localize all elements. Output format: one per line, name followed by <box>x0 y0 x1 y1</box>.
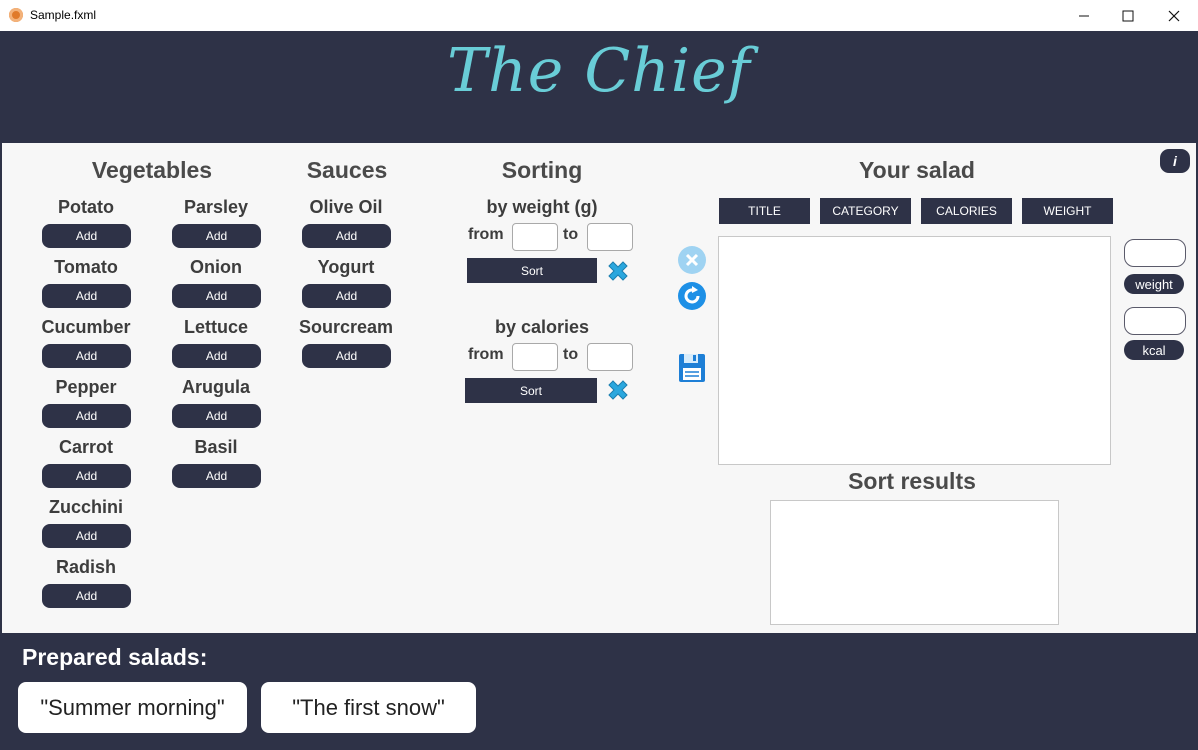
minimize-button[interactable] <box>1061 0 1107 31</box>
clear-calories-sort-icon[interactable] <box>606 378 630 402</box>
add-parsley-button[interactable]: Add <box>172 224 261 248</box>
add-arugula-button[interactable]: Add <box>172 404 261 428</box>
prepared-salads-heading: Prepared salads: <box>22 644 208 670</box>
remove-item-icon[interactable] <box>677 245 707 275</box>
sorting-heading: Sorting <box>501 157 583 183</box>
sort-results-heading: Sort results <box>848 468 976 494</box>
weight-to-input[interactable] <box>587 223 633 251</box>
ingredient-label: Lettuce <box>183 317 248 337</box>
add-potato-button[interactable]: Add <box>42 224 131 248</box>
sort-calories-button[interactable]: CALORIES <box>921 198 1012 224</box>
add-olive-oil-button[interactable]: Add <box>302 224 391 248</box>
app-icon <box>9 8 23 22</box>
add-basil-button[interactable]: Add <box>172 464 261 488</box>
weight-from-input[interactable] <box>512 223 558 251</box>
close-button[interactable] <box>1151 0 1197 31</box>
maximize-icon <box>1122 10 1134 21</box>
clear-weight-sort-icon[interactable] <box>606 259 630 283</box>
salad-list[interactable] <box>718 236 1111 465</box>
add-yogurt-button[interactable]: Add <box>302 284 391 308</box>
prepared-salad-first-snow[interactable]: "The first snow" <box>261 682 476 733</box>
sort-weight-button[interactable]: WEIGHT <box>1022 198 1113 224</box>
total-kcal-field[interactable] <box>1124 307 1186 335</box>
add-onion-button[interactable]: Add <box>172 284 261 308</box>
calories-from-input[interactable] <box>512 343 558 371</box>
your-salad-heading: Your salad <box>859 157 975 183</box>
sort-calories-title: by calories <box>494 317 590 337</box>
ingredient-label: Parsley <box>183 197 249 217</box>
prepared-salad-summer-morning[interactable]: "Summer morning" <box>18 682 247 733</box>
sort-by-calories-button[interactable]: Sort <box>465 378 597 403</box>
ingredient-label: Arugula <box>181 377 250 397</box>
sauces-heading: Sauces <box>306 157 388 183</box>
add-carrot-button[interactable]: Add <box>42 464 131 488</box>
calories-to-label: to <box>563 346 579 363</box>
ingredient-label: Pepper <box>55 377 117 397</box>
minimize-icon <box>1079 15 1089 16</box>
info-button[interactable]: i <box>1160 149 1190 173</box>
window-title: Sample.fxml <box>30 8 97 22</box>
weight-label: weight <box>1124 274 1184 294</box>
ingredient-label: Potato <box>58 197 114 217</box>
ingredient-label: Zucchini <box>48 497 123 517</box>
total-weight-field[interactable] <box>1124 239 1186 267</box>
window-titlebar[interactable]: Sample.fxml <box>0 0 1198 32</box>
sort-title-button[interactable]: TITLE <box>719 198 810 224</box>
app-brand-title: The Chief <box>447 36 751 106</box>
close-icon <box>1168 10 1180 21</box>
add-sourcream-button[interactable]: Add <box>302 344 391 368</box>
add-tomato-button[interactable]: Add <box>42 284 131 308</box>
add-cucumber-button[interactable]: Add <box>42 344 131 368</box>
weight-to-label: to <box>563 226 579 243</box>
weight-from-label: from <box>468 226 504 243</box>
add-lettuce-button[interactable]: Add <box>172 344 261 368</box>
save-floppy-icon[interactable] <box>677 352 707 384</box>
sort-by-weight-button[interactable]: Sort <box>467 258 597 283</box>
ingredient-label: Cucumber <box>41 317 131 337</box>
ingredient-label: Olive Oil <box>309 197 383 217</box>
ingredient-label: Tomato <box>54 257 118 277</box>
add-zucchini-button[interactable]: Add <box>42 524 131 548</box>
ingredient-label: Yogurt <box>317 257 375 277</box>
add-radish-button[interactable]: Add <box>42 584 131 608</box>
calories-to-input[interactable] <box>587 343 633 371</box>
ingredient-label: Basil <box>194 437 238 457</box>
ingredient-label: Onion <box>190 257 242 277</box>
vegetables-heading: Vegetables <box>91 157 213 183</box>
sort-category-button[interactable]: CATEGORY <box>820 198 911 224</box>
maximize-button[interactable] <box>1105 0 1151 31</box>
ingredient-label: Carrot <box>58 437 113 457</box>
ingredient-label: Radish <box>55 557 116 577</box>
main-panel: Vegetables Potato Add Tomato Add Cucumber Add… <box>2 143 1196 633</box>
sort-weight-title: by weight (g) <box>486 197 598 217</box>
ingredient-label: Sourcream <box>298 317 394 337</box>
kcal-label: kcal <box>1124 340 1184 360</box>
calories-from-label: from <box>468 346 504 363</box>
add-pepper-button[interactable]: Add <box>42 404 131 428</box>
refresh-icon[interactable] <box>677 281 707 311</box>
sort-results-list[interactable] <box>770 500 1059 625</box>
